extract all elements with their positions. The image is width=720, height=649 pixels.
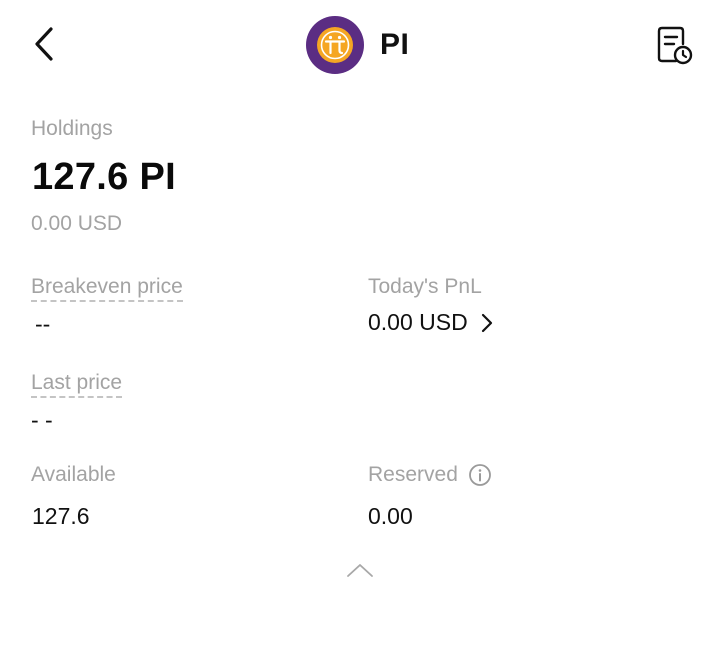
- holdings-usd-value: 0.00 USD: [31, 212, 123, 235]
- collapse-button[interactable]: [340, 554, 380, 586]
- coin-title: PI: [306, 16, 409, 74]
- last-price-label[interactable]: Last price: [31, 371, 123, 398]
- breakeven-price-label[interactable]: Breakeven price: [31, 275, 183, 302]
- todays-pnl-value: 0.00 USD: [368, 309, 468, 335]
- top-bar: PI: [0, 0, 720, 92]
- available-label: Available: [31, 463, 116, 486]
- document-clock-icon: [657, 26, 693, 65]
- coin-symbol: PI: [380, 28, 410, 61]
- holdings-amount: 127.6 PI: [32, 156, 176, 198]
- back-button[interactable]: [22, 22, 66, 66]
- todays-pnl-label: Today's PnL: [368, 275, 482, 298]
- available-value: 127.6: [32, 503, 90, 529]
- info-icon[interactable]: [468, 463, 492, 487]
- order-history-button[interactable]: [652, 22, 696, 70]
- holdings-label: Holdings: [31, 117, 113, 140]
- reserved-value: 0.00: [368, 503, 413, 529]
- reserved-label: Reserved: [368, 463, 458, 486]
- chevron-up-icon: [347, 564, 373, 577]
- todays-pnl-link[interactable]: 0.00 USD: [368, 309, 494, 336]
- breakeven-price-value: --: [35, 311, 51, 337]
- chevron-right-icon: [481, 313, 492, 332]
- pi-coin-logo: [306, 16, 364, 74]
- chevron-left-icon: [35, 27, 53, 61]
- reserved-header: Reserved: [368, 463, 492, 487]
- last-price-value: - -: [31, 407, 53, 433]
